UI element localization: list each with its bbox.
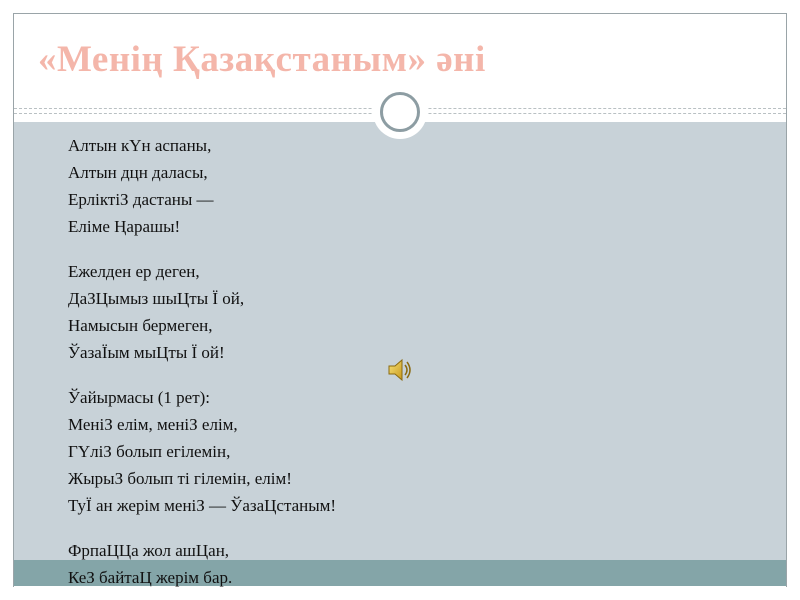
- lyric-line: КеЗ байтаЦ жерім бар.: [68, 568, 233, 587]
- speaker-icon[interactable]: [386, 356, 414, 384]
- lyric-line: ЕрліктіЗ дастаны —: [68, 190, 214, 209]
- slide-title: «Менің Қазақстаным» әні: [38, 39, 486, 80]
- lyric-line: ТуЇ ан жерім меніЗ — ЎазаЦстаным!: [68, 496, 337, 515]
- lyric-line: ГҮліЗ болып егілемін,: [68, 442, 231, 461]
- lyric-line: Намысын бермеген,: [68, 316, 213, 335]
- lyric-line: Алтын дцн даласы,: [68, 163, 208, 182]
- stanza-gap: [68, 366, 628, 384]
- lyric-line: Еліме Ңарашы!: [68, 217, 181, 236]
- slide: «Менің Қазақстаным» әні Алтын кҮн аспаны…: [0, 0, 800, 600]
- chorus-label: Ўайырмасы (1 рет):: [68, 388, 211, 407]
- stanza-gap: [68, 240, 628, 258]
- frame-right: [786, 13, 787, 587]
- lyric-line: ФрпаЦЦа жол ашЦан,: [68, 541, 230, 560]
- stanza-gap: [68, 519, 628, 537]
- lyrics: Алтын кҮн аспаны, Алтын дцн даласы, Ерлі…: [68, 132, 628, 591]
- lyric-line: ДаЗЦымыз шыЦты Ї ой,: [68, 289, 245, 308]
- lyric-line: ЎазаЇым мыЦты Ї ой!: [68, 343, 225, 362]
- lyric-line: ЖырыЗ болып ті гілемін, елім!: [68, 469, 292, 488]
- lyric-line: МеніЗ елім, меніЗ елім,: [68, 415, 238, 434]
- lyric-line: Алтын кҮн аспаны,: [68, 136, 212, 155]
- lyric-line: Ежелден ер деген,: [68, 262, 200, 281]
- circle-ornament-icon: [380, 92, 420, 132]
